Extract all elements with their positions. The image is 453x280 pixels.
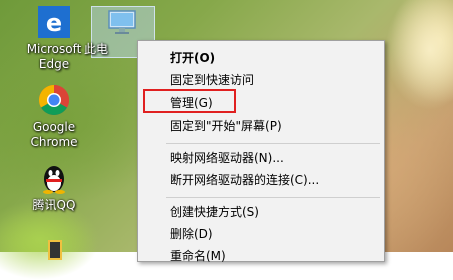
label-line: Google bbox=[32, 120, 76, 134]
menu-item-create-shortcut[interactable]: 创建快捷方式(S) bbox=[138, 201, 384, 223]
label-line: Edge bbox=[38, 57, 70, 71]
menu-item-delete[interactable]: 删除(D) bbox=[138, 223, 384, 245]
menu-item-open[interactable]: 打开(O) bbox=[138, 47, 384, 69]
desktop-icon-label: Google Chrome bbox=[16, 120, 92, 150]
menu-item-rename[interactable]: 重命名(M) bbox=[138, 245, 384, 267]
desktop-icon-label: 腾讯QQ bbox=[16, 198, 92, 213]
menu-item-pin-start[interactable]: 固定到"开始"屏幕(P) bbox=[138, 115, 384, 137]
qq-icon bbox=[38, 162, 70, 194]
desktop-icon-label: Microsoft Edge bbox=[16, 42, 92, 72]
chrome-icon bbox=[38, 84, 70, 116]
highlight-box bbox=[143, 89, 236, 113]
desktop-icon-partial[interactable] bbox=[16, 238, 92, 270]
menu-item-disconnect-network-drive[interactable]: 断开网络驱动器的连接(C)... bbox=[138, 169, 384, 191]
label-line: Chrome bbox=[30, 135, 78, 149]
folder-icon bbox=[38, 238, 70, 270]
label-line: Microsoft bbox=[26, 42, 82, 56]
menu-separator bbox=[166, 143, 380, 144]
desktop-icon-chrome[interactable]: Google Chrome bbox=[16, 84, 92, 150]
label-line: 腾讯QQ bbox=[32, 198, 76, 212]
menu-item-pin-quick-access[interactable]: 固定到快速访问 bbox=[138, 69, 384, 91]
this-pc-icon bbox=[106, 6, 138, 38]
context-menu: 打开(O) 固定到快速访问 管理(G) 固定到"开始"屏幕(P) 映射网络驱动器… bbox=[137, 40, 385, 263]
desktop-icon-edge[interactable]: e Microsoft Edge bbox=[16, 6, 92, 72]
menu-item-map-network-drive[interactable]: 映射网络驱动器(N)... bbox=[138, 147, 384, 169]
edge-icon: e bbox=[38, 6, 70, 38]
menu-separator bbox=[166, 197, 380, 198]
wallpaper-flower bbox=[385, 0, 453, 110]
svg-text:e: e bbox=[46, 9, 62, 37]
desktop-icon-qq[interactable]: 腾讯QQ bbox=[16, 162, 92, 213]
